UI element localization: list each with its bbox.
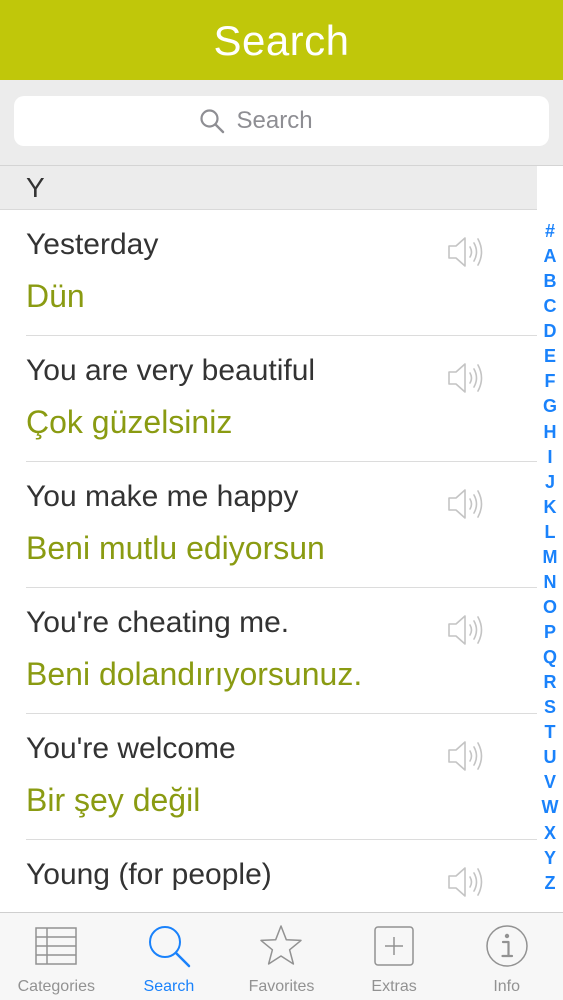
index-letter[interactable]: O (543, 598, 557, 616)
index-letter[interactable]: D (544, 322, 557, 340)
index-letter[interactable]: G (543, 397, 557, 415)
index-letter[interactable]: X (544, 824, 556, 842)
index-letter[interactable]: F (545, 372, 556, 390)
index-letter[interactable]: P (544, 623, 556, 641)
search-icon (148, 926, 191, 968)
tab-label: Info (493, 978, 521, 995)
tab-bar: Categories Search Favorites Extras Info (0, 912, 563, 1000)
index-letter[interactable]: N (544, 573, 557, 591)
list-item[interactable]: You're cheating me. Beni dolandırıyorsun… (0, 588, 537, 714)
index-letter[interactable]: U (544, 748, 557, 766)
index-letter[interactable]: J (545, 473, 555, 491)
star-icon (260, 925, 303, 965)
index-letter[interactable]: V (544, 773, 556, 791)
list-item[interactable]: Yesterday Dün (0, 210, 537, 336)
list-item[interactable]: You make me happy Beni mutlu ediyorsun (0, 462, 537, 588)
navigation-bar: Search (0, 0, 563, 80)
tab-label: Extras (371, 978, 417, 995)
speaker-icon[interactable] (446, 610, 486, 650)
speaker-icon[interactable] (446, 862, 486, 902)
tab-label: Favorites (248, 978, 315, 995)
index-letter[interactable]: R (544, 673, 557, 691)
phrase-translation: Dün (26, 278, 85, 314)
tab-label: Categories (17, 978, 95, 995)
phrase-translation: Çok güzelsiniz (26, 404, 233, 440)
tab-search[interactable]: Search (113, 913, 226, 1000)
speaker-icon[interactable] (446, 232, 486, 272)
index-letter[interactable]: A (544, 247, 557, 265)
index-letter[interactable]: K (544, 498, 557, 516)
alphabet-index[interactable]: # A B C D E F G H I J K L M N O P Q R S … (537, 222, 563, 892)
index-letter[interactable]: Q (543, 648, 557, 666)
search-icon (199, 109, 224, 134)
speaker-icon[interactable] (446, 736, 486, 776)
phrase-english: You make me happy (26, 480, 299, 513)
page-title: Search (213, 17, 350, 64)
search-field[interactable] (14, 96, 549, 146)
tab-categories[interactable]: Categories (0, 913, 113, 1000)
index-letter[interactable]: S (544, 698, 556, 716)
index-letter[interactable]: W (542, 798, 559, 816)
index-letter[interactable]: C (544, 297, 557, 315)
index-letter[interactable]: H (544, 423, 557, 441)
speaker-icon[interactable] (446, 358, 486, 398)
search-bar-container (0, 80, 563, 166)
list-icon (35, 927, 78, 965)
list-item[interactable]: You're welcome Bir şey değil (0, 714, 537, 840)
plus-box-icon (374, 926, 414, 966)
speaker-icon[interactable] (446, 484, 486, 524)
index-letter[interactable]: T (545, 723, 556, 741)
phrase-english: You're welcome (26, 732, 236, 765)
phrase-list[interactable]: Yesterday Dün You are very beautiful Çok… (0, 210, 537, 912)
tab-extras[interactable]: Extras (338, 913, 451, 1000)
list-item[interactable]: Young (for people) (0, 840, 537, 912)
phrase-translation: Beni dolandırıyorsunuz. (26, 656, 363, 692)
info-icon (485, 925, 528, 967)
phrase-english: You are very beautiful (26, 354, 316, 387)
phrase-translation: Beni mutlu ediyorsun (26, 530, 325, 566)
tab-info[interactable]: Info (450, 913, 563, 1000)
list-item[interactable]: You are very beautiful Çok güzelsiniz (0, 336, 537, 462)
phrase-english: Yesterday (26, 228, 159, 261)
phrase-english: Young (for people) (26, 858, 272, 891)
search-input[interactable] (236, 107, 357, 135)
section-header: Y (0, 166, 537, 210)
index-letter[interactable]: L (545, 523, 556, 541)
index-letter[interactable]: B (544, 272, 557, 290)
phrase-translation: Bir şey değil (26, 782, 201, 818)
index-letter[interactable]: Z (545, 874, 556, 892)
index-letter[interactable]: E (544, 347, 556, 365)
tab-favorites[interactable]: Favorites (225, 913, 338, 1000)
index-letter[interactable]: # (545, 222, 555, 240)
index-letter[interactable]: Y (544, 849, 556, 867)
index-letter[interactable]: M (543, 548, 558, 566)
phrase-english: You're cheating me. (26, 606, 290, 639)
index-letter[interactable]: I (547, 448, 552, 466)
section-header-letter: Y (26, 171, 45, 203)
tab-label: Search (143, 978, 195, 995)
